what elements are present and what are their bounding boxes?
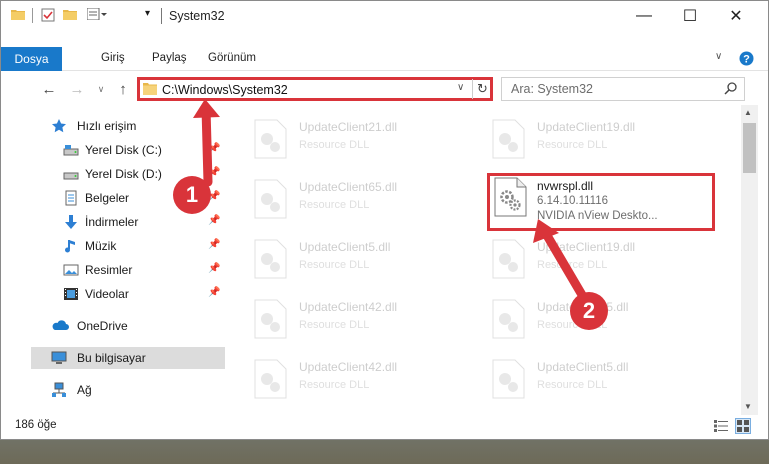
arrow-1: [201, 103, 213, 187]
arrow-2: [540, 227, 590, 305]
step-badge-1: 1: [173, 176, 211, 214]
annotation-arrows: [193, 99, 590, 305]
step-badge-2: 2: [570, 292, 608, 330]
arrowhead-1: [193, 99, 220, 118]
